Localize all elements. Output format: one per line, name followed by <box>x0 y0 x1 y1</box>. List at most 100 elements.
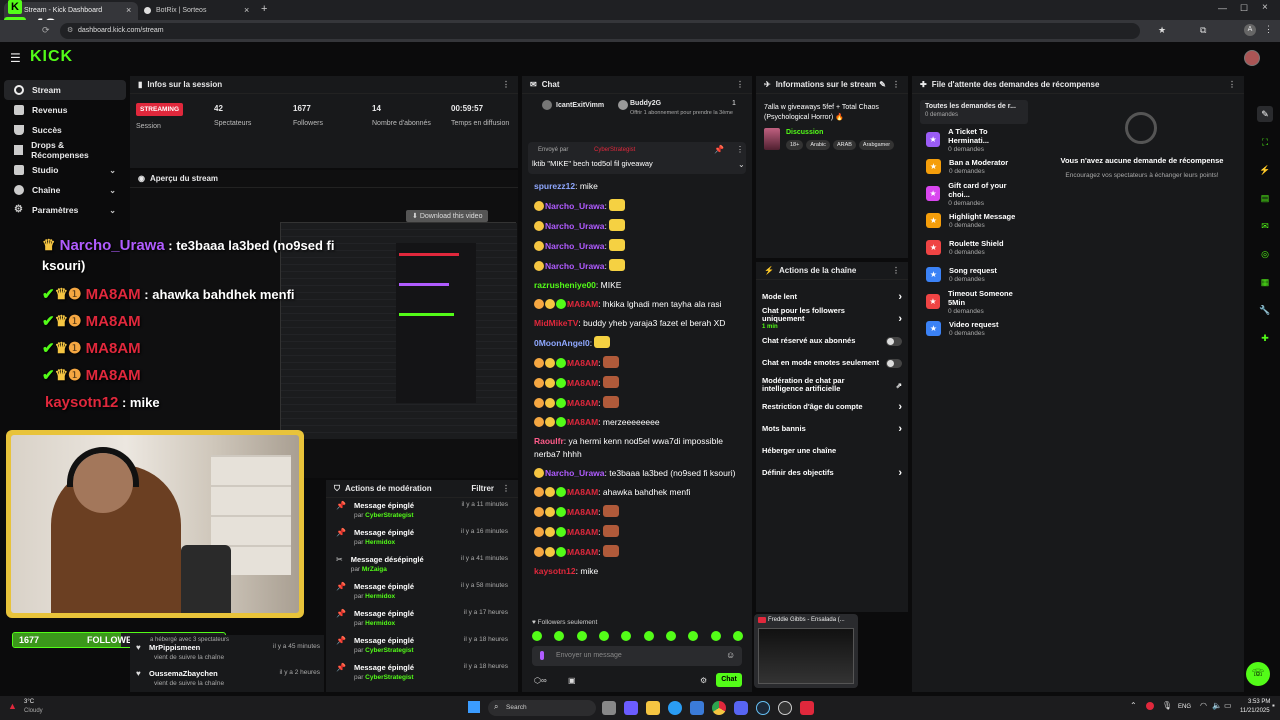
chat-username[interactable]: MA8AM <box>567 487 598 497</box>
user-avatar[interactable] <box>1244 50 1260 66</box>
chrome-icon[interactable] <box>712 701 726 715</box>
sidebar-item-stream[interactable]: Stream <box>4 80 126 100</box>
more-icon[interactable]: ⋮ <box>736 80 744 89</box>
chat-input[interactable]: Envoyer un message ☺ <box>532 646 742 666</box>
tag[interactable]: ARAB <box>832 140 856 150</box>
discord-icon[interactable] <box>734 701 748 715</box>
close-icon[interactable]: × <box>244 5 249 15</box>
steam-icon[interactable] <box>756 701 770 715</box>
more-icon[interactable]: ⋮ <box>502 484 510 493</box>
chat-username[interactable]: Narcho_Urawa <box>545 241 605 251</box>
pin-icon[interactable]: 📌 <box>714 145 724 154</box>
app-icon[interactable] <box>624 701 638 715</box>
mod-user[interactable]: Hermidox <box>365 539 395 546</box>
chat-username[interactable]: 0MoonAngel0 <box>534 338 590 348</box>
edit-tool-icon[interactable]: ✎ <box>1257 106 1273 122</box>
notification-icon[interactable]: ▪ <box>1272 701 1275 710</box>
chat-message[interactable]: Narcho_Urawa: <box>522 216 752 236</box>
mod-action-row[interactable]: 📌 Message épinglé par CyberStrategist il y … <box>326 633 518 660</box>
chat-message[interactable]: Narcho_Urawa: <box>522 236 752 256</box>
clip-tool-icon[interactable]: ▤ <box>1257 190 1273 206</box>
mod-user[interactable]: Hermidox <box>365 620 395 627</box>
sidebar-item-revenus[interactable]: Revenus <box>4 100 126 120</box>
chat-username[interactable]: MA8AM <box>567 358 598 368</box>
chat-message[interactable]: spurezz12: mike <box>522 177 752 196</box>
chat-username[interactable]: Narcho_Urawa <box>545 261 605 271</box>
emote-icon[interactable] <box>576 631 587 641</box>
channel-action-item[interactable]: Restriction d'âge du compte › <box>756 396 908 418</box>
filter-button[interactable]: Filtrer <box>471 484 494 493</box>
channel-action-item[interactable]: Mots bannis › <box>756 418 908 440</box>
mic-tray-icon[interactable]: 🎙 <box>1162 701 1172 710</box>
activity-user[interactable]: OussemaZbaychen <box>149 669 218 678</box>
maximize-icon[interactable]: ☐ <box>1240 3 1248 14</box>
layout-tool-icon[interactable]: ▦ <box>1257 274 1273 290</box>
clock-time[interactable]: 3:53 PM <box>1248 699 1270 705</box>
mod-action-row[interactable]: 📌 Message épinglé par CyberStrategist il y … <box>326 660 518 687</box>
wifi-icon[interactable]: ◠ <box>1200 701 1207 710</box>
puzzle-tool-icon[interactable]: ✚ <box>1257 330 1273 346</box>
sidebar-item-chaine[interactable]: Chaîne ⌄ <box>4 180 126 200</box>
chevron-right-icon[interactable]: › <box>898 423 902 435</box>
kick-logo[interactable]: KICK <box>30 48 73 66</box>
wrench-tool-icon[interactable]: 🔧 <box>1257 302 1273 318</box>
chat-message[interactable]: MA8AM: <box>522 522 752 542</box>
chat-message[interactable]: Narcho_Urawa: <box>522 256 752 276</box>
chat-username[interactable]: MidMikeTV <box>534 318 578 328</box>
hamburger-icon[interactable]: ☰ <box>10 51 21 65</box>
new-tab-icon[interactable]: + <box>261 3 267 15</box>
chat-message[interactable]: 0MoonAngel0: <box>522 333 752 353</box>
tag[interactable]: Arabic <box>806 140 830 150</box>
chat-username[interactable]: Raoulfr <box>534 436 564 446</box>
chat-message[interactable]: MA8AM: <box>522 542 752 562</box>
chat-username[interactable]: Narcho_Urawa <box>545 221 605 231</box>
chevron-down-icon[interactable]: ⌄ <box>738 160 745 169</box>
edit-icon[interactable]: ✎ <box>879 80 886 89</box>
chat-username[interactable]: MA8AM <box>567 398 598 408</box>
battery-icon[interactable]: ▭ <box>1224 701 1232 710</box>
gift-icon[interactable]: ▣ <box>568 676 576 685</box>
mod-action-row[interactable]: 📌 Message épinglé par Hermidox il y a 58 mi… <box>326 579 518 606</box>
more-icon[interactable]: ⋮ <box>892 266 900 275</box>
emoji-icon[interactable]: ☺ <box>726 650 735 660</box>
tag[interactable]: 18+ <box>786 140 804 150</box>
clock-date[interactable]: 11/21/2025 <box>1240 708 1270 714</box>
reward-item[interactable]: ★ Highlight Message 0 demandes <box>920 207 1032 234</box>
more-icon[interactable]: ⋮ <box>892 80 900 89</box>
chat-username[interactable]: Narcho_Urawa <box>545 201 605 211</box>
mod-user[interactable]: Hermidox <box>365 593 395 600</box>
channel-action-item[interactable]: Chat pour les followers uniquement 1 min › <box>756 307 908 331</box>
emote-icon[interactable] <box>732 631 743 641</box>
mod-user[interactable]: CyberStrategist <box>365 512 413 519</box>
channel-action-item[interactable]: Modération de chat par intelligence arti… <box>756 374 908 396</box>
language-indicator[interactable]: ENG <box>1178 704 1191 710</box>
activity-user[interactable]: MrPippismeen <box>149 643 200 652</box>
chat-message[interactable]: MA8AM: <box>522 502 752 522</box>
channel-action-item[interactable]: Héberger une chaîne <box>756 440 908 462</box>
mod-action-row[interactable]: 📌 Message épinglé par Hermidox il y a 16 mi… <box>326 525 518 552</box>
folder-icon[interactable] <box>646 701 660 715</box>
emote-icon[interactable] <box>665 631 676 641</box>
emote-icon[interactable] <box>643 631 654 641</box>
edge-icon[interactable] <box>668 701 682 715</box>
chat-message[interactable]: MA8AM: ahawka bahdhek menfi <box>522 483 752 502</box>
chat-message[interactable]: Narcho_Urawa: te3baaa la3bed (no9sed fi … <box>522 464 752 483</box>
extensions-icon[interactable]: ⧉ <box>1200 25 1206 36</box>
back-icon[interactable]: ⟳ <box>42 25 50 36</box>
reward-item[interactable]: ★ Video request 0 demandes <box>920 315 1032 342</box>
close-window-icon[interactable]: × <box>1262 2 1268 13</box>
gear-icon[interactable]: ⚙ <box>700 676 707 685</box>
bookmark-star-icon[interactable]: ★ <box>1158 25 1166 36</box>
toggle-switch[interactable] <box>886 358 902 368</box>
emote-icon[interactable] <box>621 631 632 641</box>
mod-user[interactable]: CyberStrategist <box>365 647 413 654</box>
chat-username[interactable]: MA8AM <box>567 507 598 517</box>
category-link[interactable]: Discussion <box>786 129 823 136</box>
reward-item[interactable]: ★ Song request 0 demandes <box>920 261 1032 288</box>
sidebar-item-studio[interactable]: Studio ⌄ <box>4 160 126 180</box>
more-icon[interactable]: ⋮ <box>502 80 510 89</box>
chevron-right-icon[interactable]: › <box>898 291 902 303</box>
channel-action-item[interactable]: Mode lent › <box>756 286 908 308</box>
channel-action-item[interactable]: Chat réservé aux abonnés <box>756 330 908 352</box>
lightning-tool-icon[interactable]: ⚡ <box>1257 162 1273 178</box>
